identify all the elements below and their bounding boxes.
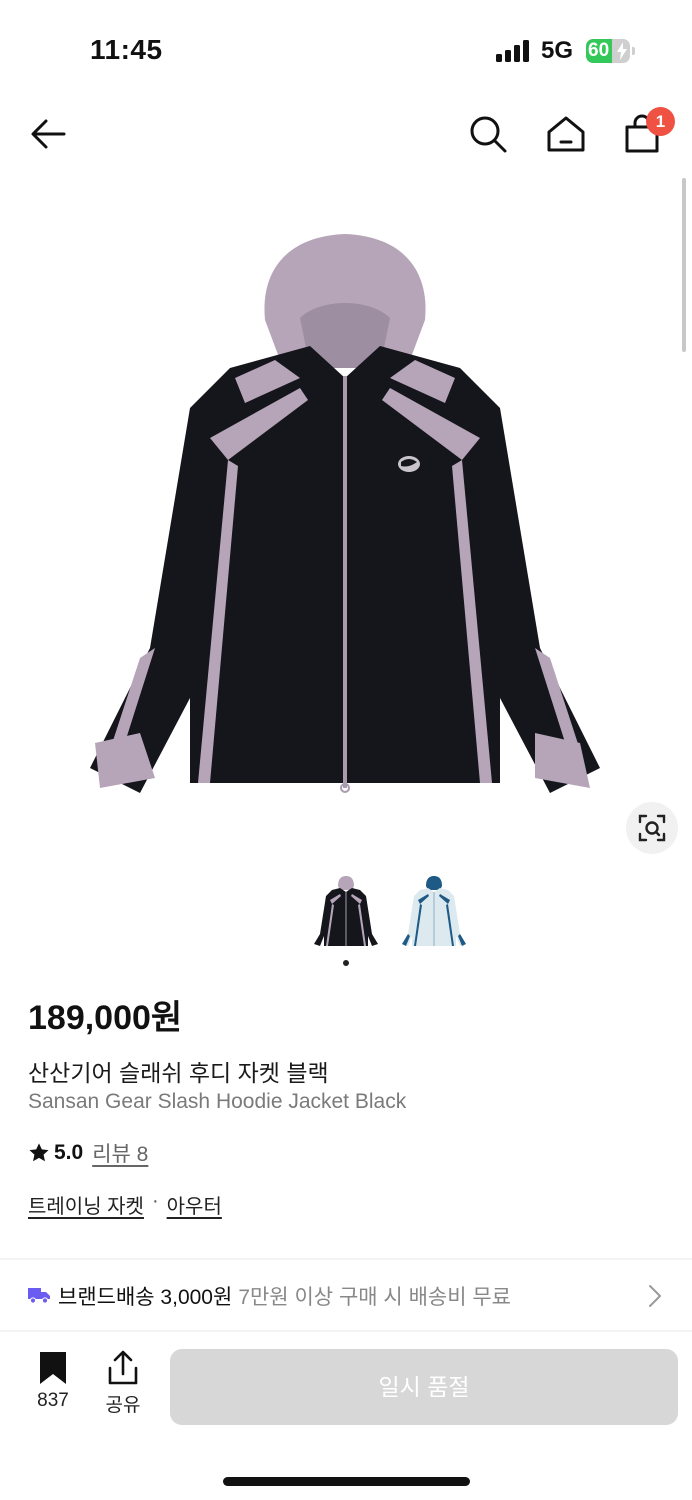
delivery-text: 브랜드배송 3,000원 7만원 이상 구매 시 배송비 무료 (58, 1281, 511, 1311)
network-type: 5G (541, 37, 574, 64)
star-icon (29, 1143, 49, 1162)
lens-icon (638, 814, 666, 842)
share-label: 공유 (105, 1395, 141, 1416)
signal-icon (496, 40, 529, 62)
bottom-action-bar: 837 공유 일시 품절 (0, 1332, 692, 1442)
product-name-english: Sansan Gear Slash Hoodie Jacket Black (28, 1090, 407, 1113)
rating-row: 5.0 리뷰 8 (28, 1138, 148, 1168)
bookmark-icon (40, 1352, 66, 1384)
image-search-button[interactable] (626, 802, 678, 854)
truck-icon (28, 1288, 50, 1304)
delivery-fee: 브랜드배송 3,000원 (58, 1286, 233, 1309)
category-link-outer[interactable]: 아우터 (167, 1190, 222, 1219)
product-image[interactable] (80, 228, 610, 808)
chevron-right-icon (649, 1285, 661, 1307)
sold-out-button[interactable]: 일시 품절 (170, 1349, 678, 1425)
share-button[interactable]: 공유 (100, 1350, 146, 1417)
product-name-korean: 산산기어 슬래쉬 후디 자켓 블랙 (28, 1060, 329, 1086)
battery-icon: 60 (586, 39, 630, 63)
delivery-info-row[interactable]: 브랜드배송 3,000원 7만원 이상 구매 시 배송비 무료 (0, 1262, 692, 1328)
product-price: 189,000원 (28, 999, 183, 1037)
divider (0, 1258, 692, 1260)
rating-value: 5.0 (54, 1141, 84, 1164)
free-shipping-note: 7만원 이상 구매 시 배송비 무료 (238, 1286, 512, 1309)
cart-badge: 1 (646, 107, 675, 136)
scrollbar[interactable] (682, 178, 686, 352)
bookmark-count: 837 (37, 1390, 69, 1411)
bookmark-button[interactable]: 837 (30, 1350, 76, 1412)
category-separator: · (151, 1190, 159, 1212)
category-link-training-jacket[interactable]: 트레이닝 자켓 (28, 1190, 144, 1219)
back-arrow-icon[interactable] (26, 112, 70, 156)
search-icon[interactable] (466, 112, 510, 156)
charging-bolt-icon (617, 42, 627, 60)
thumbnail-black-jacket[interactable] (310, 874, 382, 950)
battery-level: 60 (588, 40, 610, 61)
share-icon (108, 1350, 138, 1385)
status-bar: 11:45 5G 60 (0, 0, 692, 100)
review-link[interactable]: 리뷰 8 (92, 1138, 148, 1168)
home-icon[interactable] (544, 112, 588, 156)
status-time: 11:45 (90, 34, 163, 65)
thumbnail-blue-jacket[interactable] (398, 874, 470, 950)
top-nav (0, 100, 692, 170)
category-row: 트레이닝 자켓 · 아우터 (28, 1190, 222, 1219)
home-indicator (223, 1477, 470, 1486)
battery-cap (632, 47, 635, 55)
carousel-indicator (343, 960, 349, 966)
